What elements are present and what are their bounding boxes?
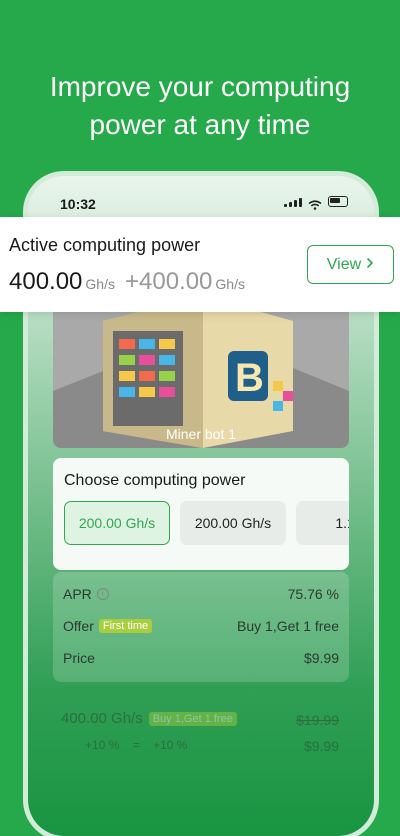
battery-icon: [328, 196, 348, 207]
price-value: $9.99: [303, 650, 339, 666]
faded-amount: 400.00 Gh/s: [61, 710, 143, 727]
offer-row: Offer First time Buy 1,Get 1 free: [63, 618, 339, 638]
hero-caption: Miner bot 1: [165, 426, 237, 442]
faded-summary: 400.00 Gh/s Buy 1,Get 1 free $19.99 +10 …: [53, 702, 349, 782]
price-label: Price: [63, 650, 95, 666]
apr-row: APR i 75.76 %: [63, 586, 339, 606]
faded-price: $9.99: [303, 738, 339, 754]
power-option-1[interactable]: 200.00 Gh/s: [64, 501, 170, 545]
faded-tag: Buy 1,Get 1 free: [148, 711, 237, 726]
apr-label: APR: [63, 586, 92, 602]
headline: Improve your computing power at any time: [0, 68, 400, 144]
power-option-3[interactable]: 1.10: [296, 501, 349, 545]
headline-line-1: Improve your computing: [49, 71, 351, 102]
offer-label: Offer: [63, 618, 94, 634]
faded-bonus-a: +10 %: [85, 738, 120, 752]
headline-line-2: power at any time: [89, 109, 311, 140]
active-power-value: 400.00: [9, 268, 83, 295]
view-button[interactable]: View: [307, 245, 394, 284]
signal-icon: [284, 197, 302, 207]
active-power-bonus: +400.00: [124, 268, 213, 295]
wifi-icon: [308, 197, 322, 210]
apr-value: 75.76 %: [287, 586, 339, 602]
status-bar: 10:32: [28, 194, 374, 214]
power-options: 200.00 Gh/s 200.00 Gh/s 1.10: [64, 501, 349, 545]
faded-eq: =: [132, 738, 140, 752]
info-icon[interactable]: i: [96, 588, 109, 600]
power-option-2[interactable]: 200.00 Gh/s: [180, 501, 286, 545]
chevron-right-icon: [366, 256, 374, 274]
active-power-values: 400.00 Gh/s +400.00 Gh/s: [9, 268, 255, 296]
purchase-info: APR i 75.76 % Offer First time Buy 1,Get…: [53, 572, 349, 682]
svg-text:B: B: [235, 356, 264, 400]
choose-title: Choose computing power: [64, 472, 246, 489]
faded-old-price: $19.99: [296, 712, 339, 728]
view-button-label: View: [326, 255, 362, 273]
miner-bot-illustration: B: [53, 291, 349, 448]
choose-power-card: Choose computing power 200.00 Gh/s 200.0…: [53, 458, 349, 570]
status-time: 10:32: [60, 196, 96, 212]
active-power-unit: Gh/s: [85, 276, 115, 292]
status-icons: [284, 196, 348, 210]
price-row: Price $9.99: [63, 650, 339, 670]
offer-value: Buy 1,Get 1 free: [237, 618, 339, 634]
offer-tag: First time: [98, 619, 153, 633]
faded-bonus-b: +10 %: [153, 738, 188, 752]
miner-bot-image[interactable]: B Miner bot 1: [53, 291, 349, 448]
active-power-title: Active computing power: [9, 235, 201, 255]
active-power-bonus-unit: Gh/s: [215, 276, 245, 292]
